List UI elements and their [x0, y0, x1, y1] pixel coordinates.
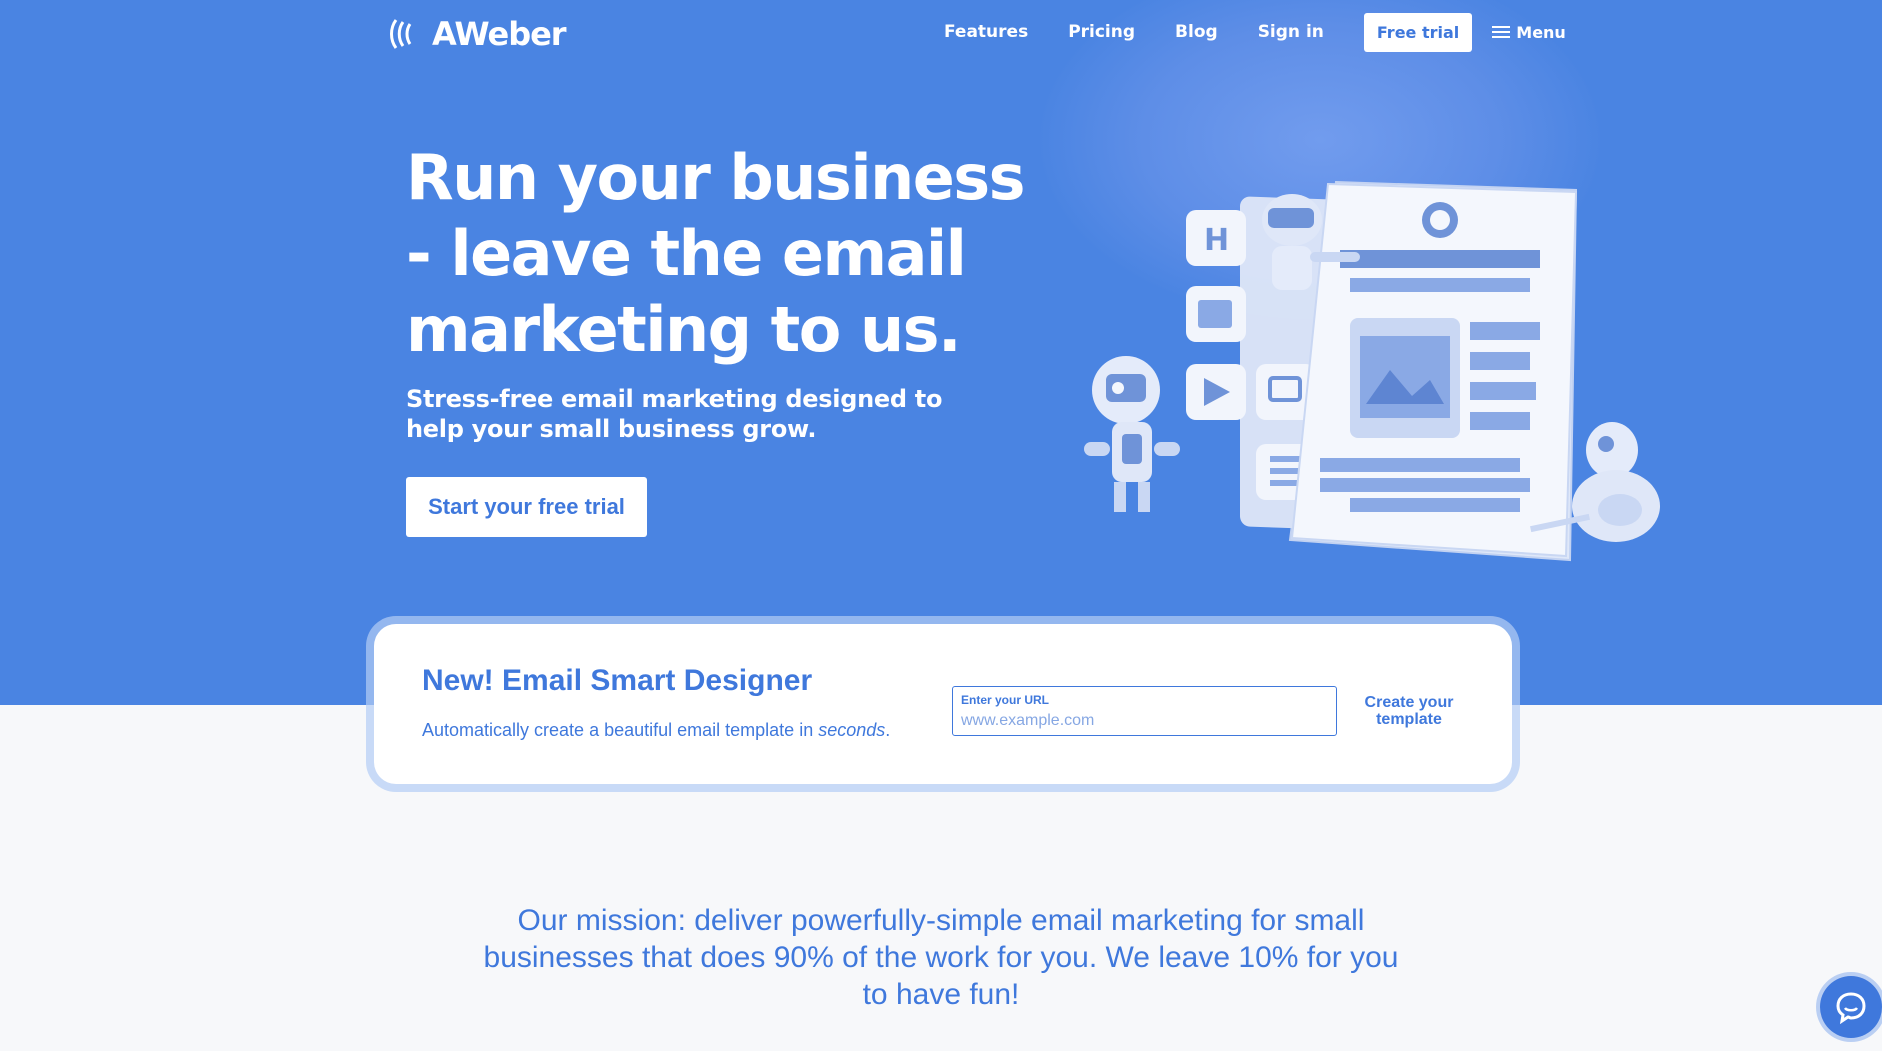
- svg-text:H: H: [1204, 223, 1229, 258]
- smart-designer-card: New! Email Smart Designer Automatically …: [374, 624, 1512, 784]
- email-builder-illustration: H: [1084, 180, 1660, 562]
- hero-subhead: Stress-free email marketing designed to …: [406, 385, 943, 443]
- url-field-wrapper[interactable]: Enter your URL: [952, 686, 1337, 736]
- free-trial-button[interactable]: Free trial: [1363, 12, 1473, 52]
- top-nav: Features Pricing Blog Sign in Free trial…: [944, 12, 1566, 52]
- subtitle-emphasis: seconds: [818, 720, 886, 740]
- url-field-label: Enter your URL: [961, 693, 1050, 707]
- smart-designer-subtitle: Automatically create a beautiful email t…: [422, 720, 890, 741]
- subtitle-prefix: Automatically create a beautiful email t…: [422, 720, 819, 740]
- chat-launcher-button[interactable]: [1820, 976, 1882, 1038]
- smart-designer-title: New! Email Smart Designer: [422, 664, 813, 697]
- start-free-trial-button[interactable]: Start your free trial: [406, 477, 647, 537]
- url-input[interactable]: [961, 711, 1326, 731]
- nav-blog[interactable]: Blog: [1175, 22, 1218, 42]
- subtitle-suffix: .: [885, 720, 891, 740]
- mission-statement: Our mission: deliver powerfully-simple e…: [483, 904, 1399, 1011]
- create-template-button[interactable]: Create your template: [1354, 694, 1464, 728]
- nav-features[interactable]: Features: [944, 22, 1028, 42]
- brand-logo[interactable]: AWeber: [388, 14, 567, 54]
- menu-button[interactable]: Menu: [1492, 23, 1566, 42]
- hamburger-icon: [1492, 25, 1511, 39]
- hero-headline: Run your business - leave the email mark…: [406, 141, 1026, 366]
- hero-section: AWeber Features Pricing Blog Sign in Fre…: [0, 0, 1882, 705]
- chat-bubble-icon: [1836, 992, 1866, 1024]
- brand-name: AWeber: [432, 15, 567, 53]
- aweber-wave-icon: [390, 19, 412, 49]
- menu-label: Menu: [1516, 22, 1566, 42]
- nav-sign-in[interactable]: Sign in: [1258, 22, 1324, 42]
- nav-pricing[interactable]: Pricing: [1068, 22, 1135, 42]
